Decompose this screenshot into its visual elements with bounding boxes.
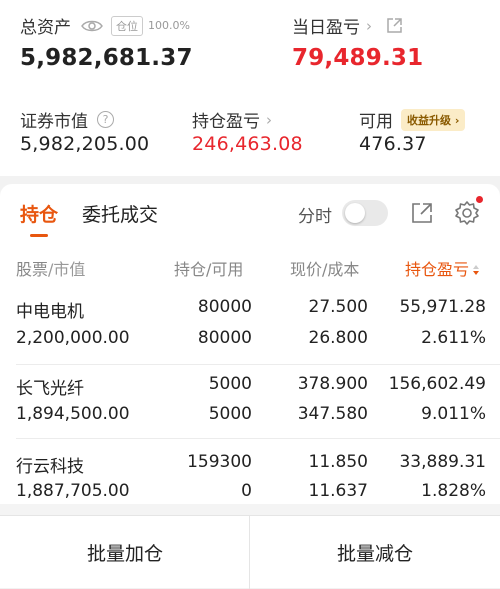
- holding-qty: 80000: [197, 297, 252, 317]
- account-summary: 总资产 仓位 100.0% 5,982,681.37 当日盈亏 › 79,489…: [0, 0, 500, 176]
- stock-name: 长飞光纤: [16, 379, 84, 399]
- available-label: 可用: [359, 112, 393, 132]
- position-pct: 100.0%: [148, 19, 190, 32]
- cost-price: 26.800: [308, 328, 368, 348]
- market-value: 2,200,000.00: [16, 328, 130, 348]
- market-value-row: 证券市值 ?: [20, 107, 114, 132]
- position-pnl-pct: 9.011%: [421, 404, 486, 424]
- header-available-label: /可用: [206, 260, 244, 279]
- header-stock[interactable]: 股票/市值: [16, 256, 85, 280]
- header-holding[interactable]: 持仓/可用: [174, 256, 243, 280]
- stock-name: 中电电机: [16, 302, 84, 322]
- available-qty: 5000: [208, 404, 252, 424]
- header-pnl[interactable]: 持仓盈亏: [405, 256, 480, 280]
- available-qty: 80000: [197, 328, 252, 348]
- action-bar: 批量加仓 批量减仓: [0, 515, 500, 589]
- market-value-value: 5,982,205.00: [20, 133, 150, 155]
- export-icon[interactable]: [410, 201, 434, 225]
- help-icon[interactable]: ?: [97, 111, 114, 128]
- tab-indicator: [30, 234, 48, 237]
- total-assets-row: 总资产 仓位 100.0%: [20, 13, 190, 38]
- position-badge: 仓位 100.0%: [111, 15, 190, 36]
- share-icon[interactable]: [386, 17, 403, 34]
- batch-reduce-button[interactable]: 批量减仓: [250, 516, 500, 589]
- holding-pnl-row[interactable]: 持仓盈亏 ›: [192, 107, 272, 133]
- holding-pnl-value: 246,463.08: [192, 133, 303, 155]
- total-assets-label: 总资产: [20, 18, 71, 38]
- sort-icon: [473, 265, 480, 275]
- cost-price: 11.637: [308, 481, 368, 501]
- market-value: 1,887,705.00: [16, 481, 130, 501]
- position-pnl: 55,971.28: [399, 297, 486, 317]
- current-price: 27.500: [308, 297, 368, 317]
- row-divider: [16, 438, 500, 439]
- settings-gear-icon[interactable]: [454, 200, 480, 226]
- chevron-right-icon: ›: [266, 110, 272, 129]
- current-price: 11.850: [308, 452, 368, 472]
- batch-add-button[interactable]: 批量加仓: [0, 516, 250, 589]
- chevron-right-icon: ›: [366, 16, 372, 35]
- section-gap: [0, 504, 500, 515]
- holding-qty: 159300: [187, 452, 252, 472]
- position-tag: 仓位: [111, 15, 143, 36]
- total-assets-value: 5,982,681.37: [20, 45, 193, 71]
- upgrade-badge-label: 收益升级: [407, 113, 451, 127]
- header-value-label: /市值: [48, 260, 86, 279]
- header-pnl-label: 持仓盈亏: [405, 260, 470, 279]
- upgrade-badge[interactable]: 收益升级 ›: [401, 108, 466, 131]
- tab-holdings[interactable]: 持仓: [20, 200, 58, 227]
- eye-icon[interactable]: [81, 19, 103, 33]
- position-pnl-pct: 2.611%: [421, 328, 486, 348]
- tab-orders[interactable]: 委托成交: [82, 200, 158, 227]
- header-stock-label: 股票: [16, 260, 49, 279]
- header-price[interactable]: 现价/成本: [290, 256, 359, 280]
- holding-pnl-label: 持仓盈亏: [192, 112, 260, 132]
- position-pnl: 33,889.31: [399, 452, 486, 472]
- header-price-label: 现价: [290, 260, 323, 279]
- fenshi-toggle[interactable]: [342, 200, 388, 226]
- holding-qty: 5000: [208, 374, 252, 394]
- stock-name: 行云科技: [16, 457, 84, 477]
- header-cost-label: /成本: [322, 260, 360, 279]
- available-row: 可用 收益升级 ›: [359, 107, 466, 132]
- available-qty: 0: [241, 481, 252, 501]
- daily-pnl-label: 当日盈亏: [292, 18, 360, 38]
- position-pnl-pct: 1.828%: [421, 481, 486, 501]
- daily-pnl-row[interactable]: 当日盈亏 ›: [292, 13, 403, 38]
- market-value-label: 证券市值: [20, 112, 88, 132]
- position-pnl: 156,602.49: [388, 374, 486, 394]
- cost-price: 347.580: [297, 404, 368, 424]
- toggle-knob: [345, 203, 365, 223]
- notification-dot: [476, 196, 483, 203]
- fenshi-label: 分时: [298, 207, 332, 227]
- daily-pnl-value: 79,489.31: [292, 45, 424, 71]
- current-price: 378.900: [297, 374, 368, 394]
- row-divider: [16, 364, 500, 365]
- header-holding-label: 持仓: [174, 260, 207, 279]
- market-value: 1,894,500.00: [16, 404, 130, 424]
- available-value: 476.37: [359, 133, 427, 155]
- tab-bar: 持仓 委托成交 分时: [0, 184, 500, 242]
